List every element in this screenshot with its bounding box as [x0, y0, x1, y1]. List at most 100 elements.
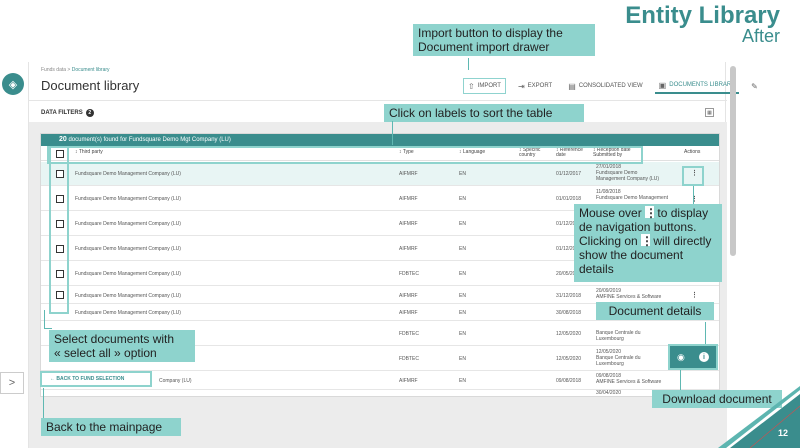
reference-date-cell: 31/12/2018 [556, 293, 582, 299]
submitter-cell: Fundsquare Demo Management [596, 195, 668, 201]
type-cell: AIFMRF [399, 310, 418, 316]
list-icon: ▤ [568, 81, 576, 91]
import-button[interactable]: ⇧ IMPORT [463, 78, 506, 94]
breadcrumb-separator: > [67, 67, 71, 73]
arrow-mouse-over [693, 186, 694, 204]
pencil-icon[interactable]: ✎ [751, 82, 758, 91]
page-title: Document library [41, 78, 140, 93]
slide-title: Entity Library After [625, 2, 780, 46]
type-cell: AIFMRF [399, 196, 418, 202]
language-cell: EN [459, 293, 466, 299]
info-icon[interactable]: i [698, 352, 709, 362]
table-row[interactable]: Fundsquare Demo Management Company (LU) … [41, 162, 719, 186]
callout-document-details: Document details [596, 302, 714, 320]
reference-date-cell: 01/01/2018 [556, 196, 582, 202]
reference-date-cell: 20/05/20 [556, 271, 576, 277]
arrow-download [680, 370, 681, 390]
consolidated-view-button[interactable]: ▤ CONSOLIDATED VIEW [564, 78, 646, 94]
select-all-text-2: « select all » option [54, 346, 157, 360]
submitter-cell: AMFINE Services & Software [596, 379, 662, 385]
third-party-cell: Fundsquare Demo Management Company (LU) [75, 246, 181, 252]
kebab-highlight [682, 166, 704, 186]
data-filters-toggle[interactable]: DATA FILTERS 2 [41, 109, 94, 117]
consolidated-label: CONSOLIDATED VIEW [578, 83, 643, 89]
arrow-import [468, 58, 469, 70]
language-cell: EN [459, 271, 466, 277]
export-label: EXPORT [527, 83, 553, 89]
arrow-back [43, 388, 44, 418]
language-cell: EN [459, 196, 466, 202]
chevron-right-icon[interactable]: > [0, 372, 24, 394]
reference-date-cell: 01/12/2017 [556, 171, 582, 177]
reference-date-cell: 12/05/2020 [556, 331, 582, 337]
callout-select-all: Select documents with « select all » opt… [49, 330, 195, 362]
third-party-cell: Fundsquare Demo Management Company (LU) [75, 171, 181, 177]
reference-date-cell: 01/12/20 [556, 221, 576, 227]
third-party-cell: Fundsquare Demo Management Company (LU) [75, 310, 181, 316]
upload-icon: ⇧ [468, 81, 475, 91]
arrow-document-details [705, 322, 706, 344]
type-cell: AIFMRF [399, 221, 418, 227]
document-icon: ▣ [658, 80, 667, 90]
header-divider [29, 100, 727, 101]
org-chart-icon[interactable]: ◈ [2, 73, 24, 95]
back-to-fund-selection-button[interactable]: ← BACK TO FUND SELECTION [40, 371, 152, 387]
kebab-icon: ⋮ [641, 234, 654, 248]
document-count: 20 [59, 136, 67, 143]
language-cell: EN [459, 378, 466, 384]
reference-date-cell: 30/08/2018 [556, 310, 582, 316]
third-party-cell: Fundsquare Demo Management Company (LU) [75, 271, 181, 277]
kebab-icon: ⋮ [645, 206, 658, 220]
breadcrumb: Funds data > Document library [41, 67, 110, 73]
language-cell: EN [459, 356, 466, 362]
vertical-scrollbar[interactable] [730, 66, 736, 256]
page-number: 12 [777, 428, 788, 438]
type-cell: AIFMRF [399, 171, 418, 177]
row-action-buttons: ◉ i [668, 344, 718, 370]
breadcrumb-current: Document library [71, 67, 110, 73]
reference-date-cell: 12/05/2020 [556, 356, 582, 362]
callout-mouse-over: Mouse over ⋮ to display de navigation bu… [574, 204, 722, 282]
language-cell: EN [459, 171, 466, 177]
data-filters-label: DATA FILTERS [41, 110, 83, 116]
type-cell: FDBTEC [399, 271, 419, 277]
third-party-cell: Fundsquare Demo Management Company (LU) [75, 196, 181, 202]
table-summary: 20 document(s) found for Fundsquare Demo… [41, 134, 719, 146]
third-party-cell: Fundsquare Demo Management Company (LU) [75, 221, 181, 227]
submitter-cell: AMFINE Services & Software [596, 294, 662, 300]
third-party-cell: Company (LU) [159, 378, 192, 384]
eye-icon[interactable]: ◉ [677, 352, 685, 363]
filter-settings-icon[interactable]: ▦ [705, 108, 714, 117]
callout-sort: Click on labels to sort the table [384, 104, 584, 122]
toolbar: ⇧ IMPORT ⇥ EXPORT ▤ CONSOLIDATED VIEW ▣ DOCU… [463, 76, 758, 96]
arrow-select-all-vertical [44, 310, 45, 328]
arrow-sort [392, 121, 393, 145]
export-button[interactable]: ⇥ EXPORT [514, 78, 556, 94]
type-cell: AIFMRF [399, 378, 418, 384]
type-cell: AIFMRF [399, 293, 418, 299]
reception-date-cell: 30/04/2020 [596, 390, 622, 396]
documents-library-label: DOCUMENTS LIBRARY [669, 82, 736, 88]
breadcrumb-root[interactable]: Funds data [41, 67, 66, 73]
summary-text: document(s) found for Fundsquare Demo Mg… [68, 137, 231, 143]
type-cell: FDBTEC [399, 356, 419, 362]
arrow-select-all [44, 328, 52, 329]
documents-library-tab[interactable]: ▣ DOCUMENTS LIBRARY [654, 78, 740, 94]
back-button-label: BACK TO FUND SELECTION [56, 376, 125, 382]
header-highlight [47, 146, 643, 164]
submitter-cell: Banque Centrale du Luxembourg [596, 355, 641, 367]
slide-title-main: Entity Library [625, 2, 780, 29]
callout-back: Back to the mainpage [41, 418, 181, 436]
language-cell: EN [459, 246, 466, 252]
checkbox-column-highlight [49, 146, 69, 314]
language-cell: EN [459, 331, 466, 337]
reference-date-cell: 01/12/20 [556, 246, 576, 252]
kebab-icon[interactable]: ⋮ [691, 291, 698, 299]
filters-count-badge: 2 [85, 109, 94, 117]
select-all-text-1: Select documents with [54, 332, 175, 346]
slide-subtitle: After [741, 26, 780, 46]
submitter-cell: Fundsquare Demo Management Company (LU) [596, 170, 660, 182]
header-actions: Actions [684, 149, 701, 155]
mouse-over-text-1: Mouse over [579, 206, 642, 220]
callout-import: Import button to display the Document im… [413, 24, 595, 56]
